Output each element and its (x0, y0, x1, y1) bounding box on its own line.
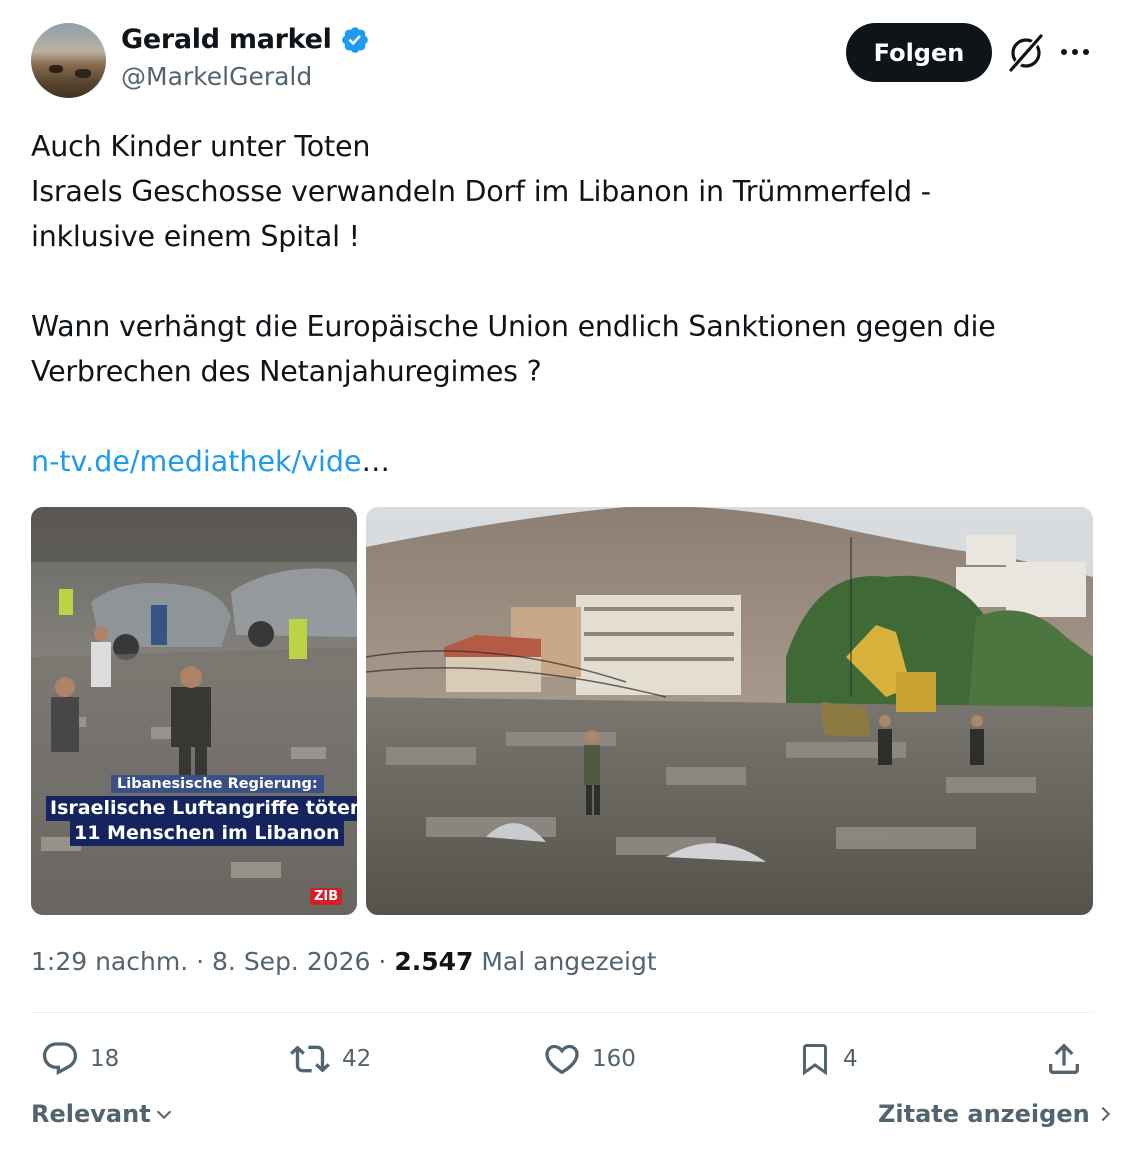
view-quotes-link[interactable]: Zitate anzeigen (878, 1100, 1114, 1128)
sort-label[interactable]: Relevant (31, 1100, 151, 1128)
media-caption-line1: Israelische Luftangriffe töten (46, 796, 357, 821)
reply-button[interactable]: 18 (40, 1038, 119, 1080)
verified-badge-icon (341, 26, 368, 53)
zib-logo-badge: ZIB (310, 888, 343, 905)
share-button[interactable] (1044, 1038, 1084, 1080)
tweet-date[interactable]: 8. Sep. 2026 (212, 947, 370, 976)
chevron-right-icon (1101, 1106, 1110, 1122)
heart-icon (545, 1044, 579, 1075)
views-label: Mal angezeigt (481, 947, 657, 976)
tweet-link[interactable]: n-tv.de/mediathek/vide… (31, 439, 390, 484)
destroyed-village-image (366, 507, 1093, 915)
more-icon[interactable] (1058, 40, 1092, 64)
media-caption-line2: 11 Menschen im Libanon (70, 821, 344, 846)
retweet-count: 42 (342, 1046, 372, 1072)
follow-button[interactable]: Folgen (846, 23, 992, 82)
reply-icon (42, 1042, 78, 1076)
media-image-2[interactable] (366, 507, 1093, 915)
bookmark-button[interactable]: 4 (797, 1038, 858, 1080)
divider (31, 1012, 1093, 1013)
bookmark-count: 4 (843, 1046, 858, 1072)
grok-icon[interactable] (1006, 33, 1046, 73)
author-display-name[interactable]: Gerald markel (121, 24, 332, 55)
tweet-time[interactable]: 1:29 nachm. (31, 947, 188, 976)
reply-count: 18 (90, 1046, 120, 1072)
avatar-figure (49, 65, 63, 73)
sort-dropdown[interactable]: Relevant (31, 1100, 175, 1128)
share-icon (1049, 1043, 1079, 1074)
chevron-down-icon (156, 1110, 171, 1120)
tweet-link-text[interactable]: n-tv.de/mediathek/vide (31, 445, 362, 478)
quotes-label[interactable]: Zitate anzeigen (878, 1100, 1090, 1128)
like-count: 160 (592, 1046, 636, 1072)
avatar-figure (75, 69, 91, 78)
like-button[interactable]: 160 (542, 1038, 636, 1080)
retweet-button[interactable]: 42 (288, 1038, 371, 1080)
author-handle[interactable]: @MarkelGerald (121, 62, 312, 91)
tweet-meta: 1:29 nachm. · 8. Sep. 2026 · 2.547 Mal a… (31, 947, 657, 976)
tweet-link-ellipsis: … (361, 445, 391, 478)
retweet-icon (290, 1045, 330, 1073)
tweet-text: Auch Kinder unter Toten Israels Geschoss… (31, 130, 996, 388)
rubble-scene-image (31, 507, 357, 915)
meta-separator: · (196, 947, 205, 976)
bookmark-icon (803, 1044, 827, 1076)
media-image-1[interactable]: Libanesische Regierung: Israelische Luft… (31, 507, 357, 915)
meta-separator: · (378, 947, 387, 976)
author-name-row[interactable]: Gerald markel (121, 24, 370, 55)
views-count: 2.547 (394, 947, 474, 976)
avatar[interactable] (31, 23, 106, 98)
media-caption-top: Libanesische Regierung: (111, 775, 324, 793)
